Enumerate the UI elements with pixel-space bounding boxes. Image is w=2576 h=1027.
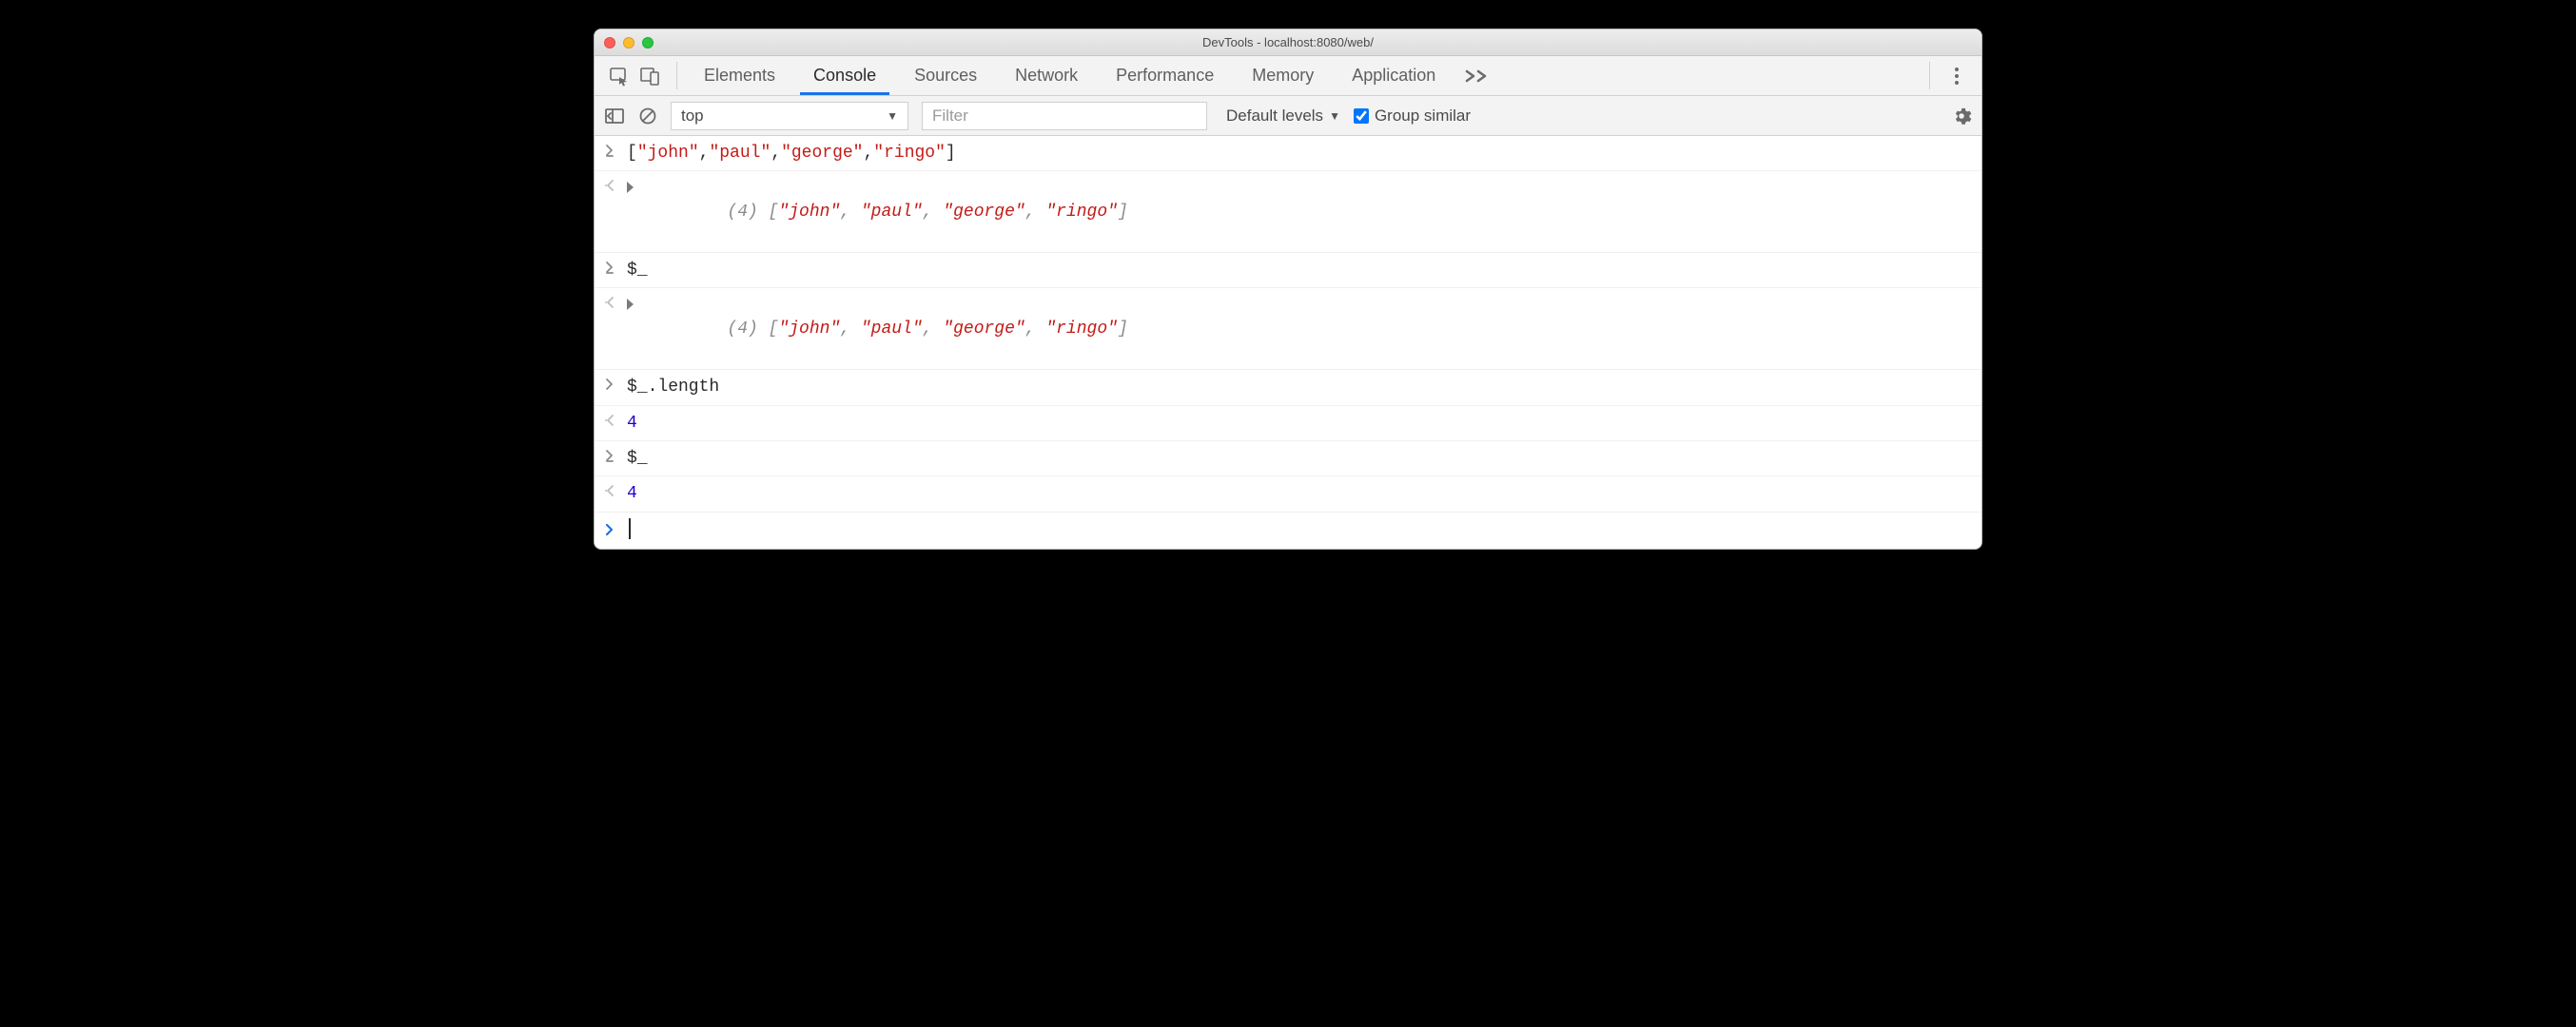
tabs-bar: Elements Console Sources Network Perform… xyxy=(595,56,1981,96)
console-output-row[interactable]: 4 xyxy=(595,476,1981,512)
separator xyxy=(676,62,677,89)
group-similar-checkbox[interactable] xyxy=(1354,108,1369,124)
console-output: ["john","paul","george","ringo"] (4) ["j… xyxy=(595,136,1981,549)
tabs: Elements Console Sources Network Perform… xyxy=(685,56,1922,95)
console-input-text: ["john","paul","george","ringo"] xyxy=(627,142,1970,165)
array-length: (4) xyxy=(727,320,768,339)
toggle-console-sidebar-icon[interactable] xyxy=(604,107,625,126)
chevron-down-icon: ▼ xyxy=(1329,109,1340,123)
tab-elements[interactable]: Elements xyxy=(685,56,794,95)
clear-console-icon[interactable] xyxy=(638,107,657,126)
console-output-row[interactable]: (4) ["john", "paul", "george", "ringo"] xyxy=(595,288,1981,370)
console-input-text: $_ xyxy=(627,259,1970,281)
tab-application[interactable]: Application xyxy=(1333,56,1454,95)
prompt-marker-icon xyxy=(602,521,617,536)
console-output-text: (4) ["john", "paul", "george", "ringo"] xyxy=(645,177,1970,246)
text-cursor xyxy=(629,518,631,539)
console-filter-input[interactable] xyxy=(922,102,1207,130)
console-prompt[interactable] xyxy=(595,513,1981,549)
array-length: (4) xyxy=(727,203,768,222)
console-output-text: 4 xyxy=(627,412,1970,435)
execution-context-select[interactable]: top ▼ xyxy=(671,102,908,130)
devtools-menu-button[interactable] xyxy=(1945,68,1968,85)
console-input-text: $_.length xyxy=(627,376,1970,398)
tab-console[interactable]: Console xyxy=(794,56,895,95)
console-output-text: (4) ["john", "paul", "george", "ringo"] xyxy=(645,294,1970,363)
console-output-row[interactable]: 4 xyxy=(595,406,1981,441)
output-marker-icon xyxy=(602,412,617,427)
expand-object-icon[interactable] xyxy=(627,182,634,193)
inspect-element-icon[interactable] xyxy=(608,65,631,87)
tab-performance[interactable]: Performance xyxy=(1097,56,1233,95)
input-marker-icon xyxy=(602,259,617,274)
console-input-row[interactable]: ["john","paul","george","ringo"] xyxy=(595,136,1981,171)
output-marker-icon xyxy=(602,177,617,192)
console-input-row[interactable]: $_.length xyxy=(595,370,1981,405)
tab-memory[interactable]: Memory xyxy=(1233,56,1333,95)
expand-object-icon[interactable] xyxy=(627,299,634,310)
tab-sources[interactable]: Sources xyxy=(895,56,996,95)
input-marker-icon xyxy=(602,376,617,391)
group-similar-toggle[interactable]: Group similar xyxy=(1354,107,1471,126)
console-output-row[interactable]: (4) ["john", "paul", "george", "ringo"] xyxy=(595,171,1981,253)
titlebar: DevTools - localhost:8080/web/ xyxy=(595,29,1981,56)
output-marker-icon xyxy=(602,482,617,497)
console-input-row[interactable]: $_ xyxy=(595,441,1981,476)
tab-network[interactable]: Network xyxy=(996,56,1097,95)
log-levels-label: Default levels xyxy=(1226,107,1323,126)
console-input-row[interactable]: $_ xyxy=(595,253,1981,288)
console-input-text: $_ xyxy=(627,447,1970,470)
output-marker-icon xyxy=(602,294,617,309)
console-toolbar: top ▼ Default levels ▼ Group similar xyxy=(595,96,1981,136)
close-window-button[interactable] xyxy=(604,37,615,48)
log-levels-select[interactable]: Default levels ▼ xyxy=(1226,107,1340,126)
input-marker-icon xyxy=(602,447,617,462)
more-tabs-button[interactable] xyxy=(1454,56,1500,95)
zoom-window-button[interactable] xyxy=(642,37,654,48)
window-title: DevTools - localhost:8080/web/ xyxy=(595,35,1981,49)
input-marker-icon xyxy=(602,142,617,157)
minimize-window-button[interactable] xyxy=(623,37,634,48)
console-output-text: 4 xyxy=(627,482,1970,505)
group-similar-label: Group similar xyxy=(1375,107,1471,126)
execution-context-value: top xyxy=(681,107,704,126)
chevron-down-icon: ▼ xyxy=(887,109,898,123)
toggle-device-toolbar-icon[interactable] xyxy=(638,65,661,87)
traffic-lights xyxy=(595,37,654,48)
console-settings-icon[interactable] xyxy=(1951,106,1972,126)
devtools-window: DevTools - localhost:8080/web/ Elements … xyxy=(594,29,1982,550)
separator xyxy=(1929,62,1930,89)
